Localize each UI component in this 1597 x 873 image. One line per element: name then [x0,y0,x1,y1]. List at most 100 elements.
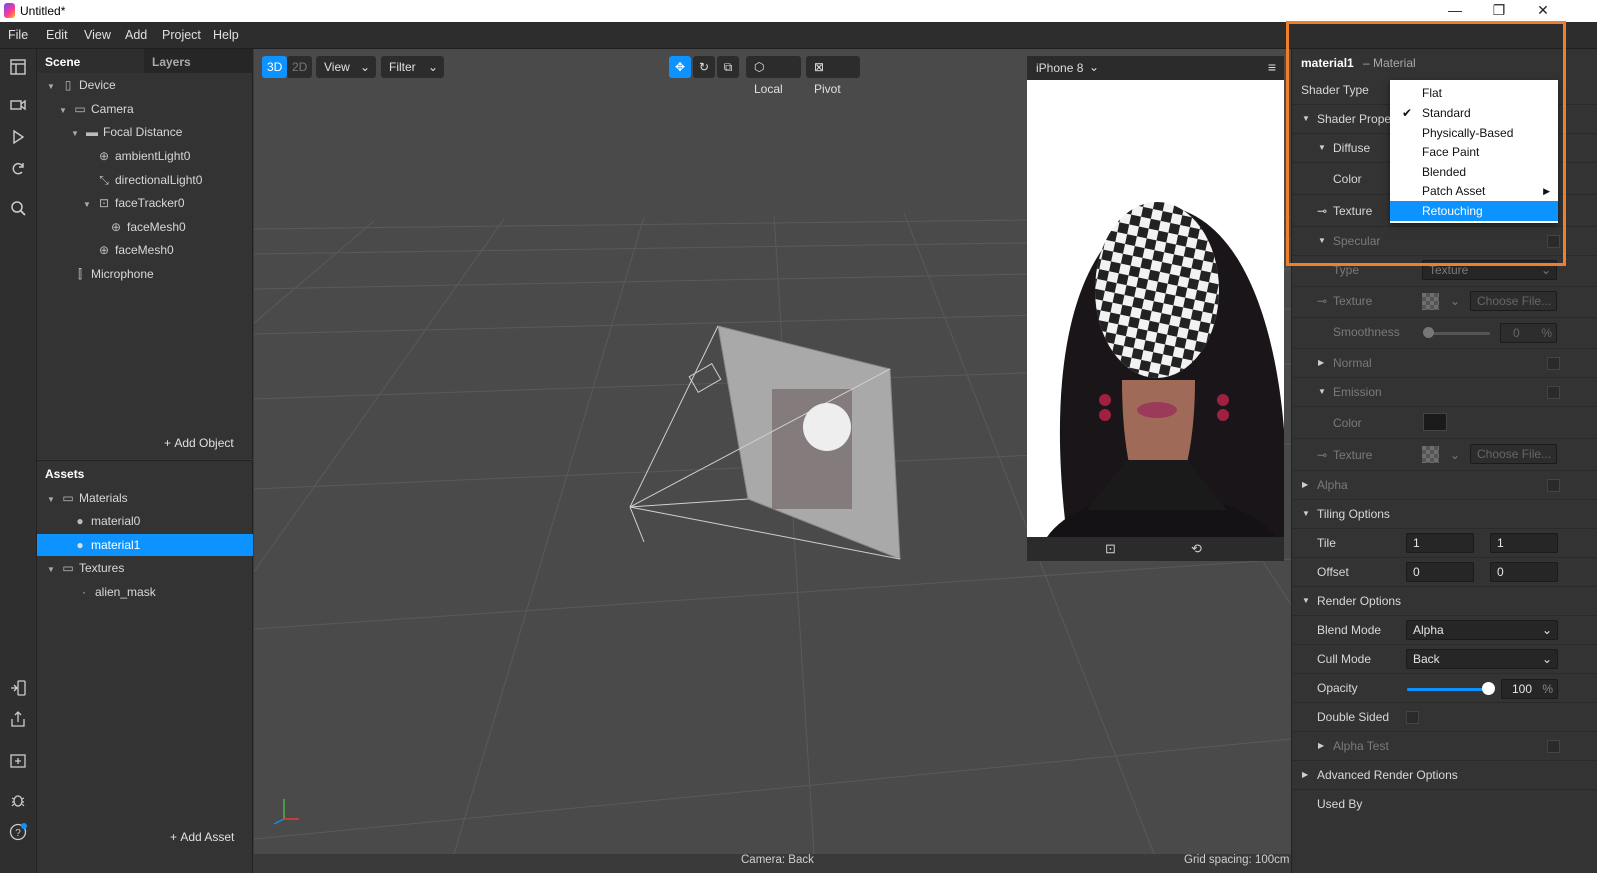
refresh-icon[interactable] [8,161,28,181]
emission-row[interactable]: ▼ Emission [1292,378,1597,407]
layout-icon[interactable] [8,59,28,79]
checkmark-icon: ✔ [1402,106,1413,120]
opacity-slider-track[interactable] [1407,688,1488,691]
offset-y-input[interactable]: 0 [1490,562,1558,582]
tree-item-material1[interactable]: ● material1 [37,534,253,556]
view-dropdown[interactable]: View ⌄ [316,56,376,78]
link-icon[interactable]: ⊸ [1317,294,1327,308]
library-icon[interactable] [8,752,28,772]
opacity-slider-handle[interactable] [1482,682,1495,695]
specular-type-select[interactable]: Texture ⌄ [1422,260,1557,280]
add-asset-button[interactable]: + Add Asset [170,830,234,844]
alpha-label: Alpha [1317,478,1348,492]
tree-item-focal-distance[interactable]: ▼ ▬ Focal Distance [71,121,182,143]
menu-project[interactable]: Project [162,28,201,42]
rotate-tool-icon[interactable]: ↻ [693,56,715,78]
link-icon[interactable]: ⊸ [1317,448,1327,462]
menu-view[interactable]: View [84,28,111,42]
shader-option-blended[interactable]: Blended [1390,162,1558,182]
menu-add[interactable]: Add [125,28,147,42]
menu-help[interactable]: Help [213,28,239,42]
tree-item-materials[interactable]: ▼ ▭ Materials [47,487,128,509]
menu-edit[interactable]: Edit [46,28,68,42]
opacity-input[interactable]: 100% [1501,679,1558,699]
offset-x-input[interactable]: 0 [1406,562,1474,582]
emission-checkbox[interactable] [1547,386,1560,399]
mode-2d-button[interactable]: 2D [287,56,313,78]
viewport[interactable]: 3D 2D View ⌄ Filter ⌄ ✥ ↻ ⧉ ⬡ Local ⊠ Pivo… [254,49,1291,854]
tile-y-input[interactable]: 1 [1490,533,1558,553]
tab-layers[interactable]: Layers [144,49,253,73]
pivot-icon: ⊠ [814,60,825,74]
play-icon[interactable] [8,129,28,149]
alpha-row[interactable]: ▶ Alpha [1292,471,1597,500]
close-button[interactable]: ✕ [1521,0,1565,22]
video-icon[interactable] [8,97,28,117]
tree-item-face-mesh-child[interactable]: ⊕ faceMesh0 [109,216,186,238]
bug-report-icon[interactable] [8,792,28,812]
alpha-checkbox[interactable] [1547,479,1560,492]
emission-label: Emission [1333,385,1382,399]
export-icon[interactable] [8,711,28,731]
chevron-down-icon[interactable]: ⌄ [1089,60,1099,74]
chevron-down-icon[interactable]: ⌄ [1450,448,1460,462]
specular-row[interactable]: ▼ Specular [1292,227,1597,256]
choose-file-button[interactable]: Choose File... [1470,291,1557,311]
shader-option-flat[interactable]: Flat [1390,83,1558,103]
scale-tool-icon[interactable]: ⧉ [717,56,739,78]
render-options-row[interactable]: ▼ Render Options [1292,587,1597,616]
caret-right-icon: ▶ [1302,770,1309,779]
tree-item-device[interactable]: ▼ ▯ Device [47,74,116,96]
smoothness-input[interactable]: 0% [1500,323,1557,343]
move-tool-icon[interactable]: ✥ [669,56,691,78]
shader-option-standard[interactable]: ✔ Standard [1390,103,1558,123]
alpha-test-row[interactable]: ▶ Alpha Test [1292,732,1597,761]
tree-item-microphone[interactable]: ⫿ Microphone [73,263,154,285]
send-to-device-icon[interactable] [8,680,28,700]
rotate-device-icon[interactable]: ⟲ [1191,541,1202,557]
normal-row[interactable]: ▶ Normal [1292,349,1597,378]
tree-item-directional-light[interactable]: ⤡ directionalLight0 [97,169,202,191]
tab-scene[interactable]: Scene [45,55,80,69]
emission-color-swatch[interactable] [1423,413,1447,431]
normal-checkbox[interactable] [1547,357,1560,370]
tree-item-face-tracker[interactable]: ▼ ⊡ faceTracker0 [83,192,185,214]
shader-option-patch-asset[interactable]: Patch Asset ▶ [1390,181,1558,201]
shader-option-retouching[interactable]: Retouching [1390,201,1558,221]
tiling-options-row[interactable]: ▼ Tiling Options [1292,500,1597,529]
chevron-down-icon[interactable]: ⌄ [1450,294,1460,308]
tree-item-textures[interactable]: ▼ ▭ Textures [47,557,124,579]
alpha-test-checkbox[interactable] [1547,740,1560,753]
shader-option-face-paint[interactable]: Face Paint [1390,142,1558,162]
shader-option-physically-based[interactable]: Physically-Based [1390,123,1558,143]
tree-item-ambient-light[interactable]: ⊕ ambientLight0 [97,145,190,167]
filter-dropdown[interactable]: Filter ⌄ [381,56,444,78]
tree-item-face-mesh[interactable]: ⊕ faceMesh0 [97,239,174,261]
opacity-label: Opacity [1317,681,1358,695]
add-object-button[interactable]: + Add Object [164,436,234,450]
maximize-button[interactable]: ❐ [1477,0,1521,22]
link-icon[interactable]: ⊸ [1317,204,1327,218]
tree-item-camera[interactable]: ▼ ▭ Camera [59,98,134,120]
advanced-render-options-row[interactable]: ▶ Advanced Render Options [1292,761,1597,790]
pivot-button[interactable]: ⊠ Pivot [806,56,860,96]
device-select[interactable]: iPhone 8 [1036,61,1083,75]
tile-x-input[interactable]: 1 [1406,533,1474,553]
specular-checkbox[interactable] [1547,235,1560,248]
blend-mode-select[interactable]: Alpha ⌄ [1406,620,1558,640]
minimize-button[interactable]: — [1433,0,1477,22]
double-sided-checkbox[interactable] [1406,711,1419,724]
local-button[interactable]: ⬡ Local [746,56,801,96]
smoothness-slider-handle[interactable] [1423,327,1434,338]
tree-item-material0[interactable]: ● material0 [73,510,140,532]
menu-file[interactable]: File [8,28,28,42]
choose-file-button[interactable]: Choose File... [1470,444,1557,464]
help-icon[interactable]: ? [8,823,28,843]
mode-3d-button[interactable]: 3D [262,56,288,78]
search-icon[interactable] [8,200,28,220]
cull-mode-select[interactable]: Back ⌄ [1406,649,1558,669]
tree-item-alien-mask[interactable]: · alien_mask [77,581,156,603]
smoothness-slider-track[interactable] [1425,332,1490,335]
screenshot-icon[interactable]: ⊡ [1105,541,1116,557]
hamburger-menu-icon[interactable]: ≡ [1268,59,1276,75]
